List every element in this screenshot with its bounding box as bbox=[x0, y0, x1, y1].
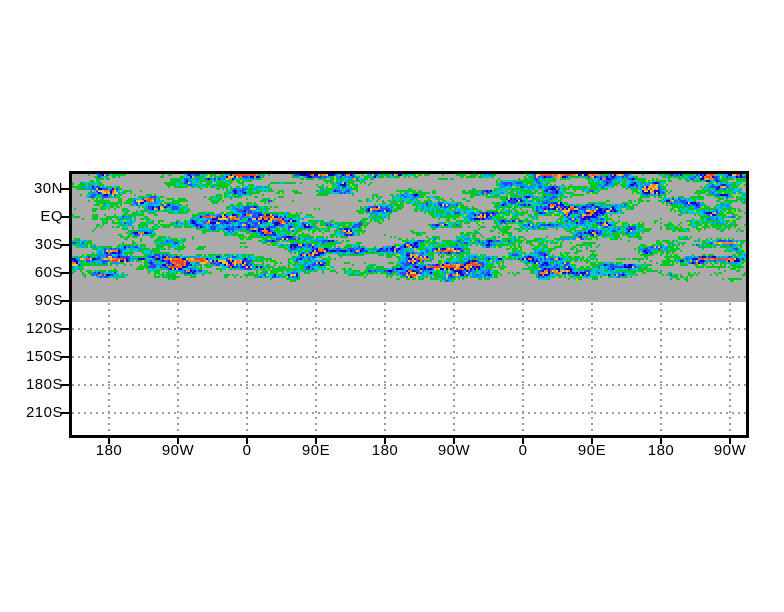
vertical-gridline bbox=[246, 303, 248, 433]
y-tick-label: 180S bbox=[25, 376, 63, 393]
vertical-gridline bbox=[660, 303, 662, 433]
y-tick-label: 120S bbox=[25, 320, 63, 337]
y-tick-label: 210S bbox=[25, 404, 63, 421]
x-tick-label: 90W bbox=[713, 442, 747, 459]
vertical-gridline bbox=[453, 303, 455, 433]
horizontal-gridline bbox=[72, 384, 746, 386]
plot-figure: 30N EQ 30S 60S 90S 120S 150S 180S 210S 180 90W 0 90… bbox=[0, 0, 784, 612]
vertical-gridline bbox=[522, 303, 524, 433]
y-tick-label: 60S bbox=[34, 264, 63, 281]
vertical-gridline bbox=[591, 303, 593, 433]
y-tick-label: 30N bbox=[33, 180, 63, 197]
horizontal-gridline bbox=[72, 356, 746, 358]
vertical-gridline bbox=[177, 303, 179, 433]
x-tick-label: 90E bbox=[577, 442, 607, 459]
y-tick-label: 90S bbox=[34, 292, 63, 309]
x-tick-label: 0 bbox=[242, 442, 252, 459]
y-tick-label: 30S bbox=[34, 236, 63, 253]
x-tick-label: 90W bbox=[437, 442, 471, 459]
x-tick-label: 180 bbox=[95, 442, 123, 459]
x-tick-label: 180 bbox=[647, 442, 675, 459]
x-tick-label: 90E bbox=[301, 442, 331, 459]
x-tick-label: 90W bbox=[161, 442, 195, 459]
vertical-gridline bbox=[315, 303, 317, 433]
shaded-field-canvas bbox=[72, 174, 746, 302]
y-tick-label: 150S bbox=[25, 348, 63, 365]
x-tick-label: 180 bbox=[371, 442, 399, 459]
vertical-gridline bbox=[384, 303, 386, 433]
horizontal-gridline bbox=[72, 328, 746, 330]
horizontal-gridline bbox=[72, 412, 746, 414]
x-tick-label: 0 bbox=[518, 442, 528, 459]
vertical-gridline bbox=[729, 303, 731, 433]
vertical-gridline bbox=[108, 303, 110, 433]
y-tick-label: EQ bbox=[40, 208, 63, 225]
